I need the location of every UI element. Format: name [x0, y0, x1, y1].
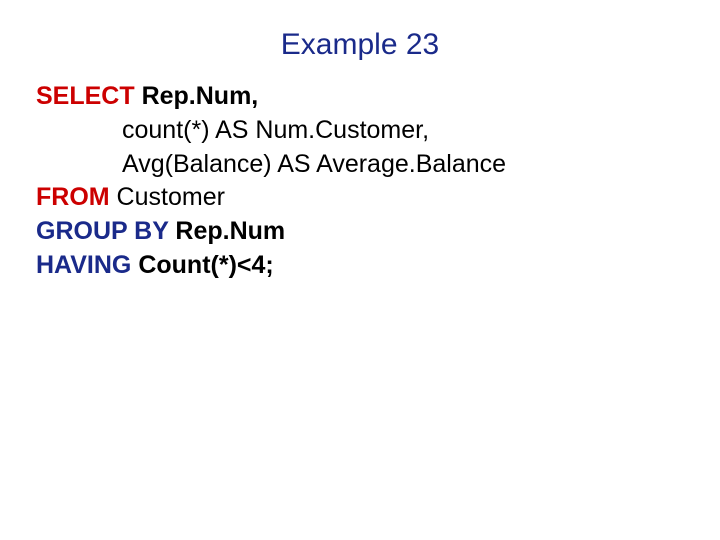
keyword-having: HAVING: [36, 251, 131, 279]
code-line-3: Avg(Balance) AS Average.Balance: [36, 148, 720, 182]
code-line-1: SELECT Rep.Num,: [36, 80, 720, 114]
sql-code-block: SELECT Rep.Num, count(*) AS Num.Customer…: [0, 80, 720, 283]
code-text: Avg(Balance) AS Average.Balance: [122, 150, 506, 178]
code-line-6: HAVING Count(*)<4;: [36, 249, 720, 283]
code-text: count(*) AS Num.Customer,: [122, 116, 429, 144]
code-text: Rep.Num,: [135, 82, 259, 110]
slide-title: Example 23: [0, 0, 720, 80]
code-line-4: FROM Customer: [36, 181, 720, 215]
keyword-from: FROM: [36, 183, 110, 211]
keyword-select: SELECT: [36, 82, 135, 110]
keyword-group-by: GROUP BY: [36, 217, 168, 245]
code-text: Count(*)<4;: [131, 251, 273, 279]
code-text: Rep.Num: [168, 217, 285, 245]
code-line-5: GROUP BY Rep.Num: [36, 215, 720, 249]
code-text: Customer: [110, 183, 225, 211]
code-line-2: count(*) AS Num.Customer,: [36, 114, 720, 148]
